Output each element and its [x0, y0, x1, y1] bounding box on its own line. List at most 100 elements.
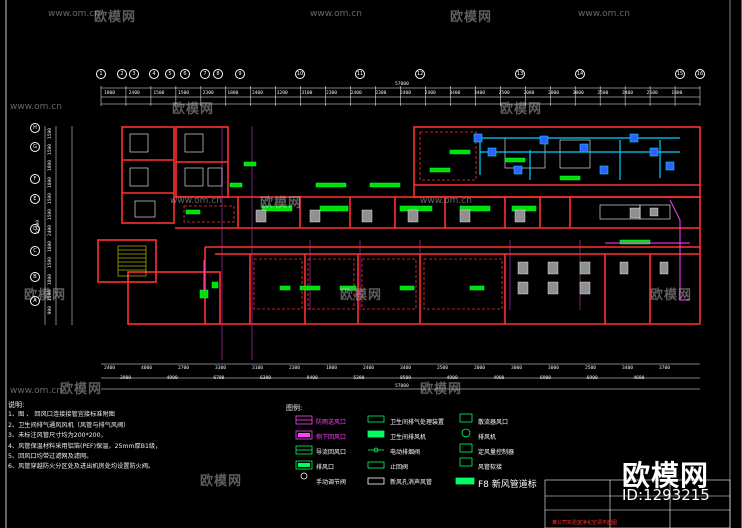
dimension-label: 3200 [276, 91, 288, 96]
dimension-label: 2300 [289, 366, 301, 371]
dimension-label: 2000 [523, 91, 535, 96]
dimension-label: 4900 [166, 376, 178, 381]
dimension-label: 1500 [48, 208, 53, 220]
legend-item: 排风机 [478, 434, 497, 441]
note-line: 3、未标注风管尺寸均为200*200， [8, 432, 107, 440]
dimension-label: 1500 [48, 257, 53, 269]
dimension-label: 1800 [48, 273, 53, 285]
watermark-site: 欧模网 [172, 102, 215, 117]
note-line: 2、卫生间排气通风风机（风管与排气风阀） [8, 421, 130, 429]
title-block-text: 某公司实验室净化空调平面图 [552, 520, 618, 526]
dimension-label: 2400 [48, 225, 53, 237]
dimension-label: 2300 [326, 91, 338, 96]
dimension-label: 3400 [622, 366, 634, 371]
axis-number-6: 6 [180, 69, 190, 79]
dimension-label: 2000 [474, 366, 486, 371]
design-notes: 说明: 1、图 、 回风口连接接管宜接标准附图 2、卫生间排气通风风机（风管与排… [8, 400, 161, 473]
axis-number-1: 1 [96, 69, 106, 79]
watermark-site: 欧模网 [200, 474, 243, 489]
dimension-label: 3900 [120, 376, 132, 381]
legend-item: F8 新风管道标 [478, 480, 537, 490]
legend-item: 新风孔消声风管 [390, 479, 433, 486]
dimension-label: 2500 [498, 91, 510, 96]
legend-item: 散流器风口 [478, 419, 509, 426]
axis-number-14: 14 [575, 69, 585, 79]
dimension-label: 3100 [301, 91, 313, 96]
dimension-label: 9400 [306, 376, 318, 381]
dimension-label: 5300 [353, 376, 365, 381]
dimension-label: 2400 [104, 366, 116, 371]
dimension-label: 8500 [400, 376, 412, 381]
top-total-dimension: 57000 [395, 82, 409, 87]
dimension-label: 3400 [400, 366, 412, 371]
dimension-label: 2400 [424, 91, 436, 96]
axis-number-12: 12 [415, 69, 425, 79]
axis-number-4: 4 [149, 69, 159, 79]
building-walls [97, 126, 701, 325]
note-line: 6、风管穿越防火分区处及进出机房处均设置防火阀。 [8, 463, 155, 471]
axis-letter-A: A [30, 296, 40, 306]
watermark-url: www.om.cn [310, 9, 362, 19]
watermark-site: 欧模网 [450, 10, 493, 25]
dimension-label: 1800 [48, 160, 53, 172]
legend-item: 风管软接 [478, 464, 503, 471]
dimension-label: 1500 [48, 128, 53, 140]
dimension-label: 1800 [671, 91, 683, 96]
legend-item: 防雨送风口 [316, 419, 347, 426]
axis-number-16: 16 [695, 69, 705, 79]
axis-number-9: 9 [235, 69, 245, 79]
legend-item: 侧下回风口 [316, 434, 347, 441]
dimension-label: 2000 [548, 91, 560, 96]
room-equipment [255, 207, 669, 295]
dimension-label: 1500 [153, 91, 165, 96]
watermark-site: 欧模网 [650, 288, 693, 303]
legend-item: 定风量控制器 [478, 449, 515, 456]
watermark-site: 欧模网 [94, 10, 137, 25]
dimension-label: 3100 [252, 366, 264, 371]
dimension-label: 1500 [48, 144, 53, 156]
dimension-label: 6900 [540, 376, 552, 381]
watermark-url: www.om.cn [48, 9, 100, 19]
axis-number-13: 13 [515, 69, 525, 79]
note-line: 5、回风口均带过滤网及滤网。 [8, 453, 93, 461]
axis-number-5: 5 [165, 69, 175, 79]
dimension-label: 1800 [227, 91, 239, 96]
dimension-label: 2500 [597, 91, 609, 96]
watermark-site: 欧模网 [60, 382, 103, 397]
exhaust-line [203, 199, 690, 301]
dimension-label: 3000 [572, 91, 584, 96]
axis-number-7: 7 [200, 69, 210, 79]
dimension-label: 3400 [622, 91, 634, 96]
legend-item: 止回阀 [390, 464, 409, 471]
axis-number-8: 8 [213, 69, 223, 79]
legend-title: 图例: [286, 404, 303, 412]
dimension-label: 2400 [363, 366, 375, 371]
dimension-label: 6900 [586, 376, 598, 381]
dimension-label: 1800 [326, 366, 338, 371]
dimension-label: 3400 [474, 91, 486, 96]
dimension-label: 2500 [646, 91, 658, 96]
axis-letter-E: E [30, 194, 40, 204]
axis-letter-G: G [30, 142, 40, 152]
axis-letter-B: B [30, 272, 40, 282]
dimension-label: 1500 [178, 91, 190, 96]
dimension-label: 2400 [350, 91, 362, 96]
axis-number-11: 11 [355, 69, 365, 79]
dimension-label: 2500 [437, 366, 449, 371]
dimension-label: 1500 [48, 192, 53, 204]
axis-number-10: 10 [295, 69, 305, 79]
dimension-label: 2400 [128, 91, 140, 96]
dimension-label: 1500 [48, 289, 53, 301]
dimension-label: 2700 [178, 366, 190, 371]
dimension-label: 4900 [493, 376, 505, 381]
legend-item: 卫生间排气处理装置 [390, 419, 445, 426]
inner-walls-dashed [183, 131, 503, 310]
dimension-label: 2300 [375, 91, 387, 96]
axis-number-2: 2 [117, 69, 127, 79]
watermark-site: 欧模网 [340, 288, 383, 303]
brand-id: ID:1293215 [622, 486, 710, 504]
dimension-label: 3300 [215, 366, 227, 371]
axis-letter-C: C [30, 246, 40, 256]
air-terminals [185, 149, 651, 299]
watermark-url: www.om.cn [578, 9, 630, 19]
